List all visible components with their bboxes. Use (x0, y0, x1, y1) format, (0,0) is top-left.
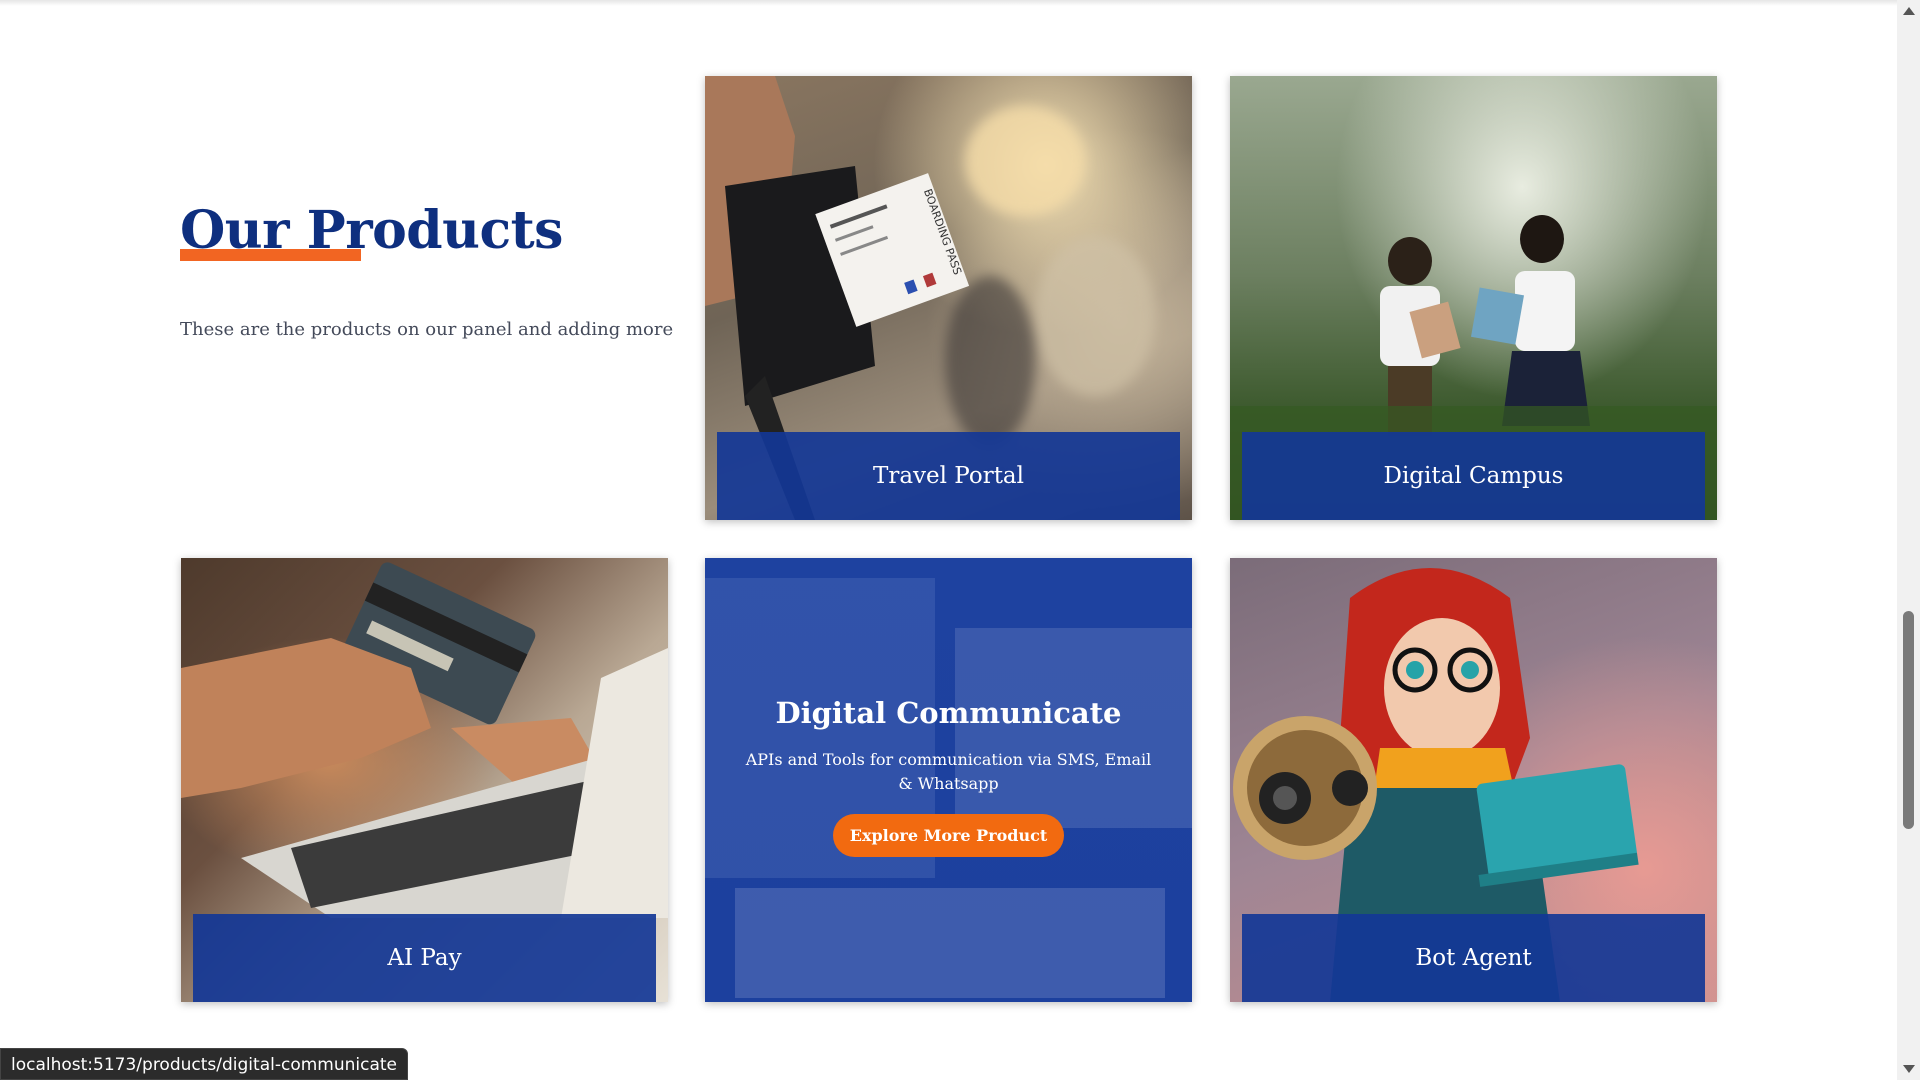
product-card-bot-agent[interactable]: Bot Agent (1230, 558, 1717, 1002)
header-shadow (0, 0, 1897, 6)
product-label: Digital Campus (1242, 432, 1705, 520)
product-description: APIs and Tools for communication via SMS… (745, 750, 1152, 793)
product-label: Travel Portal (717, 432, 1180, 520)
scroll-down-arrow-icon[interactable] (1903, 1065, 1915, 1073)
product-card-digital-campus[interactable]: Digital Campus (1230, 76, 1717, 520)
section-subtitle: These are the products on our panel and … (180, 319, 674, 340)
product-card-travel-portal[interactable]: BOARDING PASS Travel Portal (705, 76, 1192, 520)
product-title: Digital Communicate (775, 696, 1122, 730)
product-title: Digital Campus (1383, 463, 1564, 489)
product-title: AI Pay (387, 945, 462, 971)
product-card-digital-communicate[interactable]: Digital Communicate APIs and Tools for c… (705, 558, 1192, 1002)
scroll-up-arrow-icon[interactable] (1903, 7, 1915, 15)
product-title: Bot Agent (1415, 945, 1532, 971)
product-card-ai-pay[interactable]: AI Pay (181, 558, 668, 1002)
heading-wrap: Our Products (180, 200, 563, 261)
digital-communicate-content: Digital Communicate APIs and Tools for c… (705, 696, 1192, 857)
link-status-url: localhost:5173/products/digital-communic… (0, 1048, 408, 1080)
page-scrollbar[interactable] (1897, 0, 1920, 1080)
explore-more-product-button[interactable]: Explore More Product (833, 814, 1064, 857)
product-label: AI Pay (193, 914, 656, 1002)
products-intro: Our Products These are the products on o… (180, 200, 680, 340)
product-title: Travel Portal (872, 463, 1025, 489)
product-label: Bot Agent (1242, 914, 1705, 1002)
scrollbar-thumb[interactable] (1903, 611, 1914, 829)
section-title: Our Products (180, 200, 563, 261)
